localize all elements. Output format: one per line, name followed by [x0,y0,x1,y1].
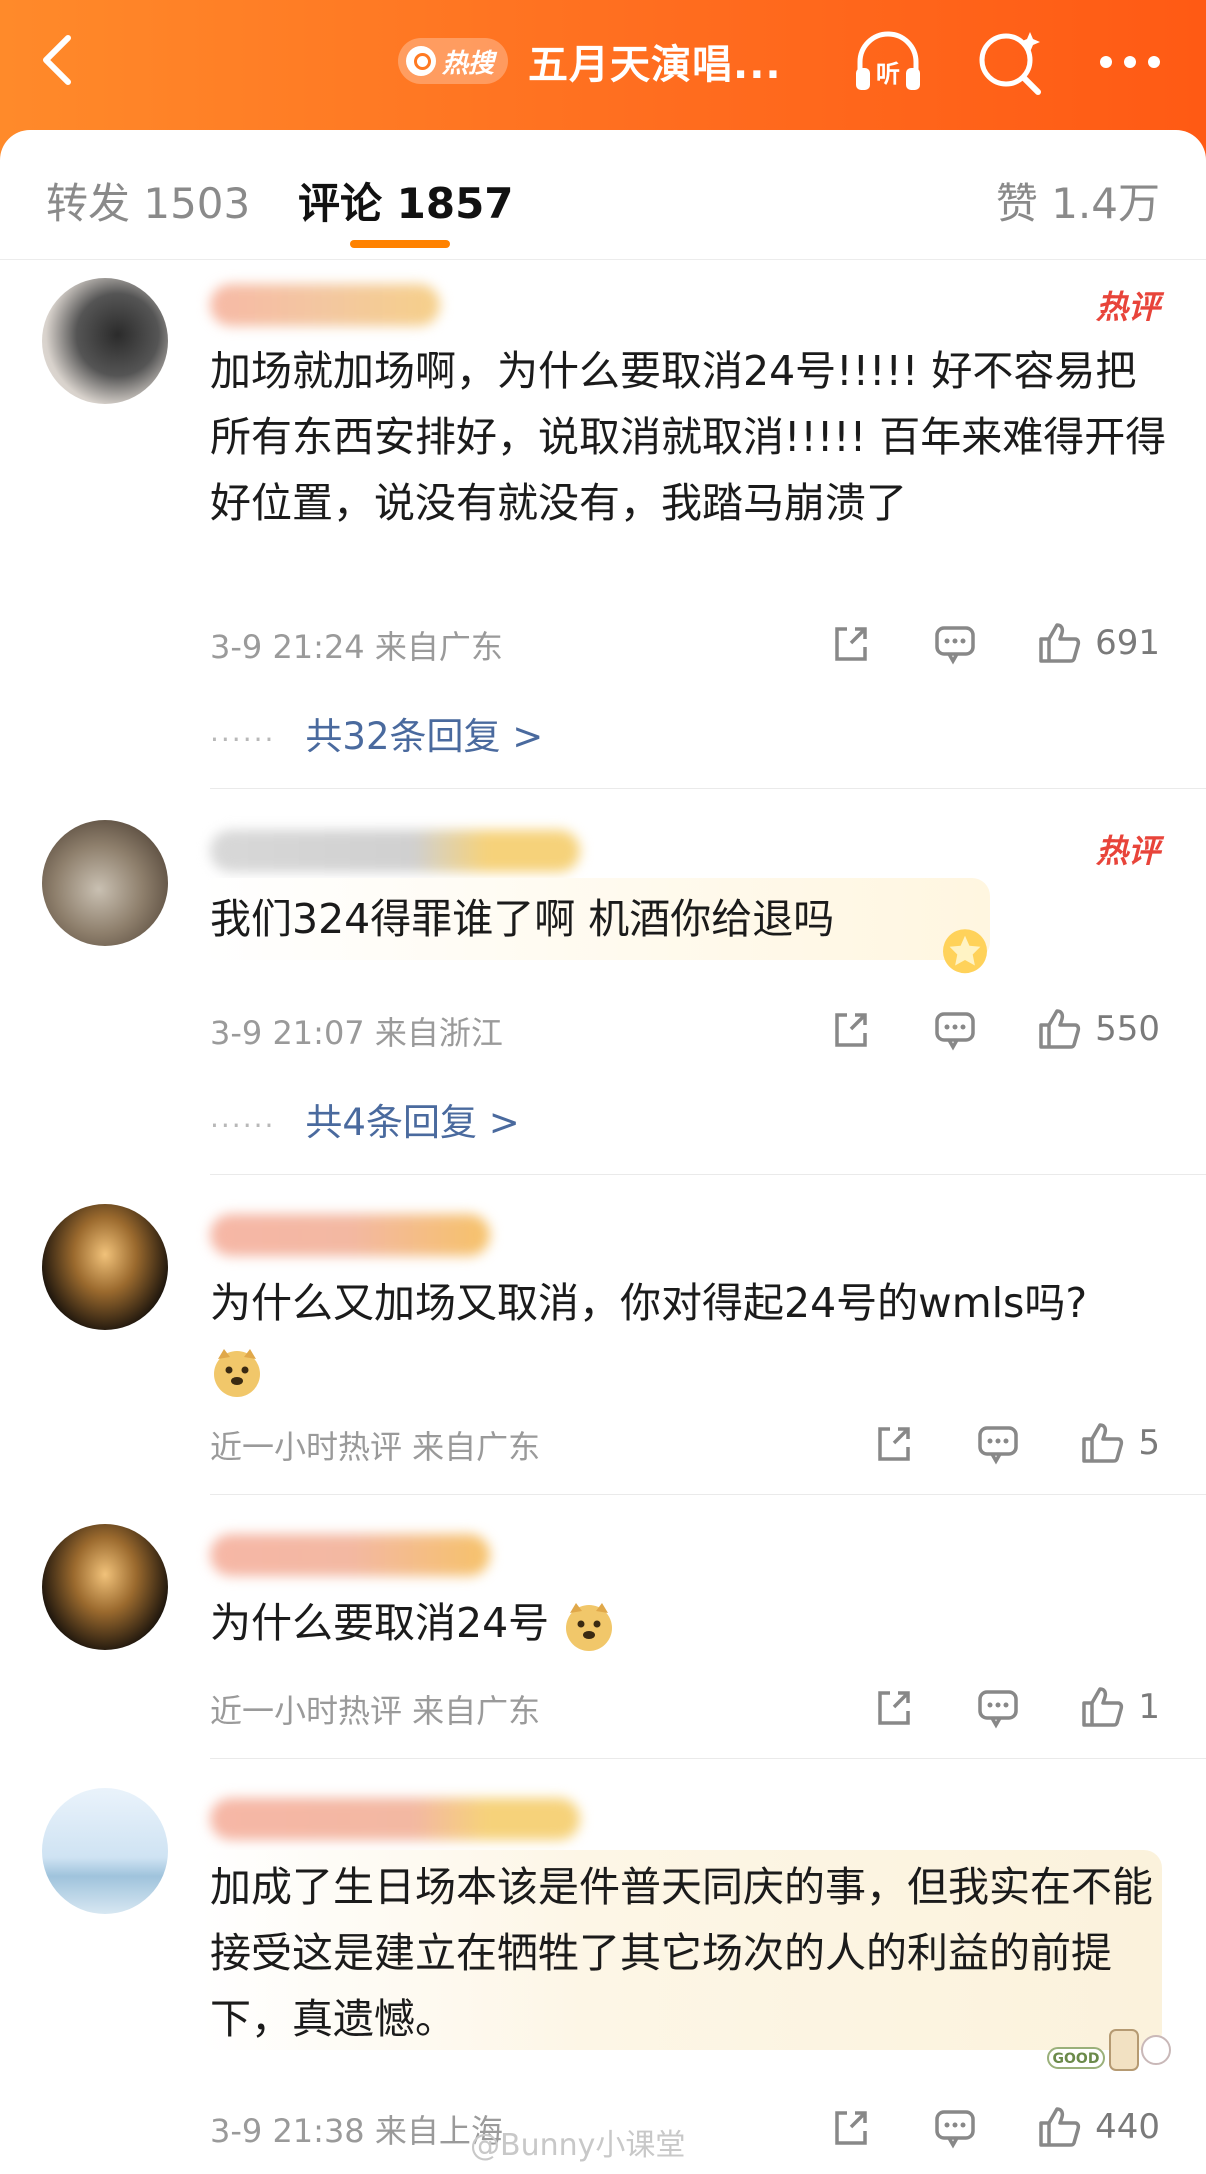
like-count: 440 [1095,2107,1160,2147]
tab-comment[interactable]: 评论 1857 [298,170,514,231]
comment-actions: 1 [814,1682,1160,1732]
comment-text-content: 为什么又加场又取消，你对得起24号的wmls吗? [210,1279,1088,1327]
like-icon[interactable] [1035,1005,1083,1053]
divider [210,1758,1206,1759]
svg-text:GOOD: GOOD [1053,2051,1100,2067]
like-icon[interactable] [1035,619,1083,667]
view-replies-link[interactable]: ······ 共32条回复 > [210,706,543,760]
replies-label[interactable]: 共32条回复 > [305,715,543,758]
comment-actions: 550 [771,1004,1160,1054]
comment-meta: 3-9 21:38 来自上海 [210,2112,503,2150]
username-blurred[interactable] [210,1534,490,1576]
comment-text-content: 为什么要取消24号 [210,1599,550,1647]
comment-text: 我们324得罪谁了啊 机酒你给退吗 [210,895,835,943]
comment-text: 为什么要取消24号 [210,1590,1170,1656]
like-icon[interactable] [1078,1683,1126,1731]
comment-meta: 3-9 21:07 来自浙江 [210,1014,503,1052]
like-count: 550 [1095,1009,1160,1049]
like-count: 691 [1095,623,1160,663]
hot-comment-tag: 热评 [1095,288,1160,326]
doge-emoji-icon [566,1603,613,1651]
tab-repost[interactable]: 转发 1503 [46,170,250,231]
headphones-icon[interactable]: 听 [848,22,928,102]
replies-dots: ······ [210,1109,276,1142]
username-blurred[interactable] [210,1798,580,1840]
comment-icon[interactable] [931,619,979,667]
share-icon[interactable] [827,1005,875,1053]
comment-text: 加成了生日场本该是件普天同庆的事，但我实在不能接受这是建立在牺牲了其它场次的人的… [210,1863,1153,2043]
like-count: 1 [1138,1687,1160,1727]
tab-like[interactable]: 赞 1.4万 [996,170,1160,231]
avatar[interactable] [42,820,168,946]
replies-dots: ······ [210,723,276,756]
back-arrow-icon[interactable] [28,28,92,92]
search-icon[interactable] [970,22,1050,102]
comment-actions: 691 [771,618,1160,668]
replies-label[interactable]: 共4条回复 > [305,1101,519,1144]
comment-actions: 5 [814,1418,1160,1468]
hot-comment-tag: 热评 [1095,832,1160,870]
comment-icon[interactable] [974,1683,1022,1731]
comment-meta: 近一小时热评 来自广东 [210,1428,541,1466]
username-blurred[interactable] [210,284,440,326]
active-tab-indicator [350,240,450,248]
avatar[interactable] [42,278,168,404]
crown-star-icon [943,929,987,974]
comment-actions: 440 [771,2102,1160,2152]
watermark: @Bunny小课堂 [470,2128,686,2163]
comment-icon[interactable] [974,1419,1022,1467]
doge-emoji-icon [214,1349,260,1397]
share-icon[interactable] [827,2103,875,2151]
divider [210,788,1206,789]
comment-icon[interactable] [931,1005,979,1053]
good-sticker-icon: GOOD [1046,2020,1174,2076]
share-icon[interactable] [870,1683,918,1731]
avatar[interactable] [42,1788,168,1914]
divider [210,1174,1206,1175]
comment-text: 为什么又加场又取消，你对得起24号的wmls吗? [210,1270,1110,1402]
share-icon[interactable] [827,619,875,667]
comment-icon[interactable] [931,2103,979,2151]
divider [210,1494,1206,1495]
username-blurred[interactable] [210,1214,490,1256]
like-icon[interactable] [1078,1419,1126,1467]
more-options-icon[interactable] [1090,22,1170,102]
like-icon[interactable] [1035,2103,1083,2151]
view-replies-link[interactable]: ······ 共4条回复 > [210,1092,520,1146]
avatar[interactable] [42,1524,168,1650]
tab-bar: 转发 1503 评论 1857 赞 1.4万 [0,130,1206,260]
avatar[interactable] [42,1204,168,1330]
share-icon[interactable] [870,1419,918,1467]
search-icon [406,46,436,76]
hot-search-label: 热搜 [442,48,495,79]
page-title[interactable]: 五月天演唱... [528,32,782,90]
comment-meta: 3-9 21:24 来自广东 [210,628,503,666]
comment-meta: 近一小时热评 来自广东 [210,1692,541,1730]
username-blurred[interactable] [210,830,580,872]
like-count: 5 [1138,1423,1160,1463]
comment-text: 加场就加场啊，为什么要取消24号!!!!! 好不容易把所有东西安排好，说取消就取… [210,347,1167,527]
hot-search-badge[interactable]: 热搜 [398,38,508,84]
svg-text:听: 听 [876,60,900,88]
